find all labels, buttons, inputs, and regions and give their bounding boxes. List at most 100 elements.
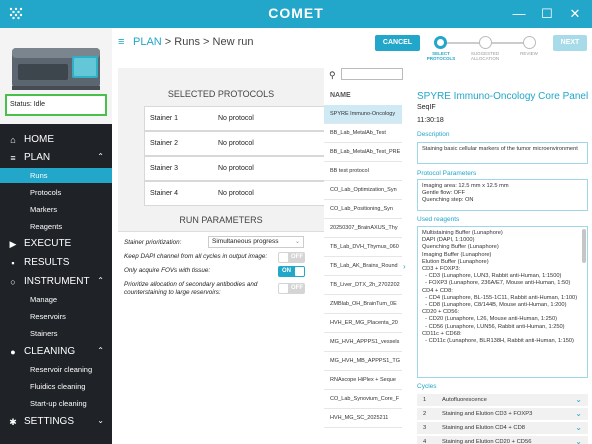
stainer-label: Stainer 2 [150,140,179,147]
cycle-name: Staining and Elution CD20 + CD56 [442,439,532,444]
chevron-down-icon[interactable]: ⌄ [575,409,582,418]
protocol-list-item[interactable]: TB_Lab_DVH_Thymus_060 [324,238,402,257]
protocol-title: SPYRE Immuno-Oncology Core Panel [417,91,589,102]
protocol-parameters-box: Imaging area: 12.5 mm x 12.5 mm Gentle f… [417,179,588,211]
nav-protocols[interactable]: Protocols [0,185,112,200]
stainer-label: Stainer 1 [150,115,179,122]
protocol-list-item[interactable]: RNAscope HiPlex + Seque [324,371,402,390]
nav-cleaning[interactable]: ● CLEANING ⌃ [0,343,112,361]
breadcrumb-plan[interactable]: PLAN [133,36,162,48]
nav-instrument[interactable]: ○ INSTRUMENT ⌃ [0,273,112,291]
chevron-down-icon[interactable]: ⌄ [575,423,582,432]
cycle-row[interactable]: 2 Staining and Elution CD3 + FOXP3 ⌄ [417,408,588,421]
protocol-list-item[interactable]: BB_Lab_MetalAb_Test [324,124,402,143]
chevron-down-icon[interactable]: ⌄ [575,437,582,444]
stainer-row[interactable]: Stainer 2 No protocol [144,131,325,156]
stainer-row[interactable]: Stainer 3 No protocol [144,156,325,181]
nav-results[interactable]: ▪ RESULTS [0,254,112,272]
nav-reservoir-cleaning[interactable]: Reservoir cleaning [0,362,112,377]
nav-stainers[interactable]: Stainers [0,326,112,341]
nav-manage[interactable]: Manage [0,292,112,307]
protocol-list-item[interactable]: CO_Lab_Optimization_Syn [324,181,402,200]
instrument-panel: Status: Idle [0,28,112,124]
next-button[interactable]: NEXT [553,35,587,51]
protocol-list-item[interactable]: TB_Liver_DTX_2h_2702202 [324,276,402,295]
breadcrumb-rest: > Runs > New run [161,36,254,48]
close-button[interactable]: ✕ [565,4,585,24]
nav-execute[interactable]: ▶ EXECUTE [0,235,112,253]
nav-results-label: RESULTS [24,257,70,268]
step-select-protocols[interactable] [434,36,447,49]
instrument-image [12,48,100,90]
nav-reservoirs[interactable]: Reservoirs [0,309,112,324]
stainer-row[interactable]: Stainer 4 No protocol [144,181,325,206]
nav-instrument-label: INSTRUMENT [24,276,90,287]
toggle-knob [279,253,288,262]
used-reagents-box[interactable]: Multistaining Buffer (Lunaphore) DAPI (DA… [417,226,588,378]
stainer-protocol: No protocol [218,165,254,172]
protocol-list-item[interactable]: HVH_ER_MG_Placenta_20 [324,314,402,333]
protocol-list-item[interactable]: BB test protocol [324,162,402,181]
prioritize-allocation-toggle[interactable]: OFF [278,283,305,294]
search-icon: ⚲ [329,70,336,80]
protocol-list-item[interactable]: BB_Lab_MetalAb_Test_PRE [324,143,402,162]
acquire-fovs-toggle[interactable]: ON [278,266,305,277]
app-title: COMET [268,5,324,21]
nav-startup-cleaning[interactable]: Start-up cleaning [0,396,112,411]
nav-settings[interactable]: ✱ SETTINGS ⌄ [0,413,112,431]
nav-fluidics-cleaning[interactable]: Fluidics cleaning [0,379,112,394]
nav-runs[interactable]: Runs [0,168,112,183]
protocol-list-item[interactable]: HVH_MG_SC_2025211 [324,409,402,428]
protocol-list-item[interactable]: 20250307_BrainAXUS_Thy [324,219,402,238]
protocol-list-item[interactable]: TB_Lab_AK_Brains_Round [324,257,402,276]
chevron-down-icon: ⌄ [294,239,300,245]
protocol-list-item[interactable]: SPYRE Immuno-Oncology [324,105,402,124]
cycle-number: 2 [423,411,427,417]
stainer-protocol: No protocol [218,140,254,147]
description-label: Description [417,131,450,138]
step-review[interactable] [523,36,536,49]
nav-reservoir-cleaning-label: Reservoir cleaning [30,365,93,374]
instrument-icon: ○ [10,277,16,287]
cycle-row[interactable]: 4 Staining and Elution CD20 + CD56 ⌄ [417,436,588,444]
protocol-list-item[interactable]: CO_Lab_Synovium_Core_F [324,390,402,409]
chevron-up-icon: ⌃ [97,152,104,161]
protocol-list-item[interactable]: MG_HVH_APPPS1_vessels [324,333,402,352]
gear-icon: ✱ [9,417,17,427]
prioritize-allocation-label: Prioritize allocation of secondary antib… [124,281,258,296]
cycle-number: 4 [423,439,427,444]
scrollbar[interactable] [582,229,586,263]
stainer-prioritization-select[interactable]: Simultaneous progress ⌄ [208,236,304,248]
nav-reagents[interactable]: Reagents [0,219,112,234]
menu-icon[interactable]: ≡ [118,36,124,48]
search-input[interactable] [341,68,403,80]
chevron-down-icon[interactable]: ⌄ [575,395,582,404]
maximize-button[interactable]: ☐ [537,4,557,24]
reagent-line: Elution Buffer (Lunaphore) [422,258,489,265]
chevron-right-icon[interactable]: › [403,262,406,271]
protocol-duration: 11:30:18 [417,117,444,124]
step-suggested-allocation[interactable] [479,36,492,49]
nav-markers[interactable]: Markers [0,202,112,217]
nav-reagents-label: Reagents [30,222,63,231]
cycle-row[interactable]: 1 Autofluorescence ⌄ [417,394,588,407]
keep-dapi-toggle[interactable]: OFF [278,252,305,263]
protocol-list-item[interactable]: MG_HVH_MB_APPPS1_TG [324,352,402,371]
stainer-row[interactable]: Stainer 1 No protocol [144,106,325,131]
list-header-name[interactable]: NAME [324,87,402,105]
toggle-knob [295,267,304,276]
minimize-button[interactable]: — [509,4,529,24]
toggle-state: OFF [291,253,303,260]
nav-home[interactable]: ⌂ HOME [0,131,112,149]
cycle-row[interactable]: 3 Staining and Elution CD4 + CD8 ⌄ [417,422,588,435]
nav-plan[interactable]: ≡ PLAN ⌃ [0,149,112,167]
param-line: Gentle flow: OFF [422,190,465,197]
protocol-instrument: SeqIF [417,104,436,111]
protocol-list-item[interactable]: ZMBlab_OH_BrainTum_0E [324,295,402,314]
cycle-name: Staining and Elution CD4 + CD8 [442,425,525,431]
cancel-button[interactable]: CANCEL [375,35,420,51]
nav-cleaning-label: CLEANING [24,346,76,357]
protocol-parameters-label: Protocol Parameters [417,170,477,177]
stainer-protocol: No protocol [218,115,254,122]
protocol-list-item[interactable]: CO_Lab_Positioning_Syn [324,200,402,219]
